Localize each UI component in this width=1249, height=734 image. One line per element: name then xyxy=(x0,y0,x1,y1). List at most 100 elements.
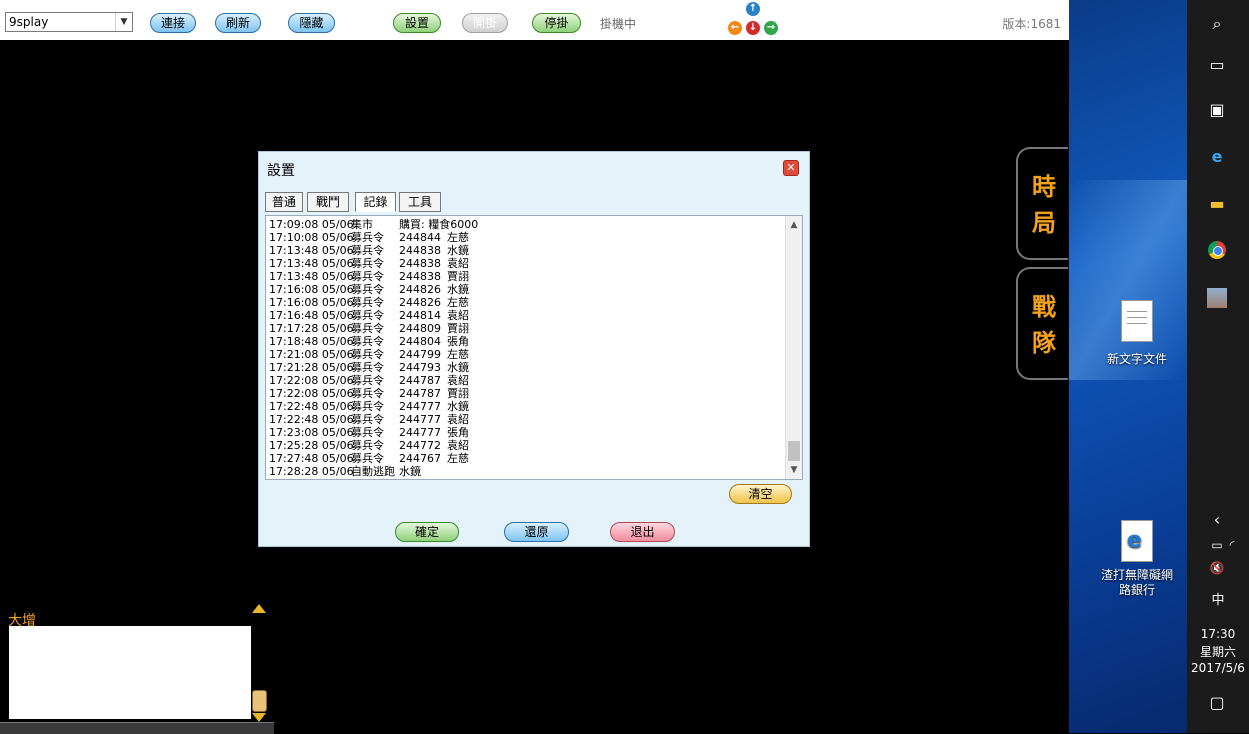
chat-scroll-up-icon[interactable] xyxy=(252,604,266,613)
clock-date[interactable]: 2017/5/6 xyxy=(1187,661,1249,675)
version-label: 版本:1681 xyxy=(1002,17,1061,31)
desktop-icon-text-file[interactable]: 新文字文件 xyxy=(1100,300,1174,367)
banner-char: 隊 xyxy=(1032,328,1056,357)
log-time: 17:22:08 05/06 xyxy=(269,387,354,400)
log-time: 17:13:48 05/06 xyxy=(269,270,354,283)
arrow-up-icon[interactable]: ↑ xyxy=(746,2,760,16)
hide-button[interactable]: 隱藏 xyxy=(288,13,335,33)
confirm-button[interactable]: 確定 xyxy=(395,522,459,542)
wifi-icon[interactable]: ◜ xyxy=(1222,535,1242,555)
log-event: 集市 xyxy=(351,218,373,231)
clear-button[interactable]: 清空 xyxy=(729,484,792,504)
log-value: 244826 xyxy=(399,296,441,309)
store-icon[interactable]: ▣ xyxy=(1207,100,1227,120)
log-target: 袁紹 xyxy=(447,413,469,426)
edge-shortcut-icon: e xyxy=(1121,520,1153,562)
clock-time[interactable]: 17:30 xyxy=(1187,627,1249,641)
log-value: 244838 xyxy=(399,244,441,257)
log-value: 244809 xyxy=(399,322,441,335)
log-scrollbar[interactable]: ▲ ▼ xyxy=(785,216,802,479)
log-time: 17:22:48 05/06 xyxy=(269,413,354,426)
log-value: 244777 xyxy=(399,413,441,426)
log-target: 袁紹 xyxy=(447,257,469,270)
log-time: 17:13:48 05/06 xyxy=(269,257,354,270)
tab-log[interactable]: 記錄 xyxy=(355,192,396,212)
volume-muted-icon[interactable]: 🔇 xyxy=(1207,558,1227,578)
game-app-icon[interactable] xyxy=(1207,288,1227,308)
log-event: 募兵令 xyxy=(351,426,384,439)
log-time: 17:22:08 05/06 xyxy=(269,374,354,387)
desktop-icon-label: 新文字文件 xyxy=(1106,352,1167,366)
tab-normal[interactable]: 普通 xyxy=(265,192,303,212)
log-event: 募兵令 xyxy=(351,348,384,361)
desktop-icon-bank[interactable]: e 渣打無障礙網路銀行 xyxy=(1096,520,1178,598)
log-list[interactable]: 17:09:08 05/06 集市 購買: 糧食6000 17:10:08 05/06… xyxy=(265,215,803,480)
chat-input-bar[interactable] xyxy=(0,722,274,734)
log-event: 募兵令 xyxy=(351,283,384,296)
refresh-button[interactable]: 刷新 xyxy=(215,13,261,33)
arrow-right-icon[interactable]: → xyxy=(764,21,778,35)
log-event: 募兵令 xyxy=(351,439,384,452)
arrow-down-icon[interactable]: ↓ xyxy=(746,21,760,35)
log-event: 自動逃跑 xyxy=(351,465,395,478)
notification-icon[interactable]: ▢ xyxy=(1207,693,1227,713)
log-target: 張角 xyxy=(447,335,469,348)
log-value: 244799 xyxy=(399,348,441,361)
time-situation-banner[interactable]: 時 局 xyxy=(1016,147,1068,260)
log-event: 募兵令 xyxy=(351,270,384,283)
log-time: 17:27:48 05/06 xyxy=(269,452,354,465)
tab-tools[interactable]: 工具 xyxy=(399,192,441,212)
log-value: 244838 xyxy=(399,270,441,283)
ime-indicator[interactable]: 中 xyxy=(1187,589,1249,608)
edge-icon[interactable]: e xyxy=(1207,147,1227,167)
settings-button[interactable]: 設置 xyxy=(393,13,441,33)
log-target: 水鏡 xyxy=(447,361,469,374)
text-file-icon xyxy=(1121,300,1153,342)
scroll-up-icon[interactable]: ▲ xyxy=(786,218,802,232)
log-time: 17:16:48 05/06 xyxy=(269,309,354,322)
stop-button[interactable]: 停掛 xyxy=(532,13,581,33)
close-icon[interactable]: ✕ xyxy=(783,160,799,176)
log-time: 17:10:08 05/06 xyxy=(269,231,354,244)
log-event: 募兵令 xyxy=(351,335,384,348)
file-explorer-icon[interactable]: ▬ xyxy=(1207,194,1227,214)
chat-scroll-down-icon[interactable] xyxy=(252,713,266,722)
log-time: 17:22:48 05/06 xyxy=(269,400,354,413)
log-event: 募兵令 xyxy=(351,244,384,257)
log-value: 244793 xyxy=(399,361,441,374)
log-value: 購買: 糧食6000 xyxy=(399,218,479,231)
log-time: 17:17:28 05/06 xyxy=(269,322,354,335)
chrome-icon[interactable] xyxy=(1207,241,1227,261)
log-target: 賈詡 xyxy=(447,322,469,335)
log-value: 244838 xyxy=(399,257,441,270)
log-time: 17:16:08 05/06 xyxy=(269,283,354,296)
connect-button[interactable]: 連接 xyxy=(150,13,196,33)
chat-window[interactable] xyxy=(9,626,251,719)
log-value: 244826 xyxy=(399,283,441,296)
clock-weekday[interactable]: 星期六 xyxy=(1187,643,1249,660)
log-time: 17:21:08 05/06 xyxy=(269,348,354,361)
log-event: 募兵令 xyxy=(351,400,384,413)
log-target: 賈詡 xyxy=(447,270,469,283)
chevron-left-icon[interactable]: ‹ xyxy=(1207,510,1227,530)
search-icon[interactable]: ⌕ xyxy=(1207,14,1227,34)
log-target: 左慈 xyxy=(447,296,469,309)
log-target: 左慈 xyxy=(447,231,469,244)
restore-button[interactable]: 還原 xyxy=(504,522,569,542)
arrow-left-icon[interactable]: ← xyxy=(728,21,742,35)
exit-button[interactable]: 退出 xyxy=(610,522,675,542)
scroll-down-icon[interactable]: ▼ xyxy=(786,463,802,477)
task-view-icon[interactable]: ▭ xyxy=(1207,55,1227,75)
log-event: 募兵令 xyxy=(351,296,384,309)
log-target: 袁紹 xyxy=(447,309,469,322)
tab-battle[interactable]: 戰鬥 xyxy=(307,192,349,212)
start-button[interactable]: 開掛 xyxy=(462,13,508,33)
server-select[interactable]: 9splay ▼ xyxy=(5,12,133,32)
log-event: 募兵令 xyxy=(351,387,384,400)
scroll-thumb[interactable] xyxy=(788,441,800,461)
battle-team-banner[interactable]: 戰 隊 xyxy=(1016,267,1068,380)
log-target: 張角 xyxy=(447,426,469,439)
log-value: 244844 xyxy=(399,231,441,244)
chat-scroll-thumb[interactable] xyxy=(252,690,267,712)
settings-dialog: 設置 ✕ 普通 戰鬥 記錄 工具 17:09:08 05/06 集市 購買: 糧食6… xyxy=(258,151,810,547)
